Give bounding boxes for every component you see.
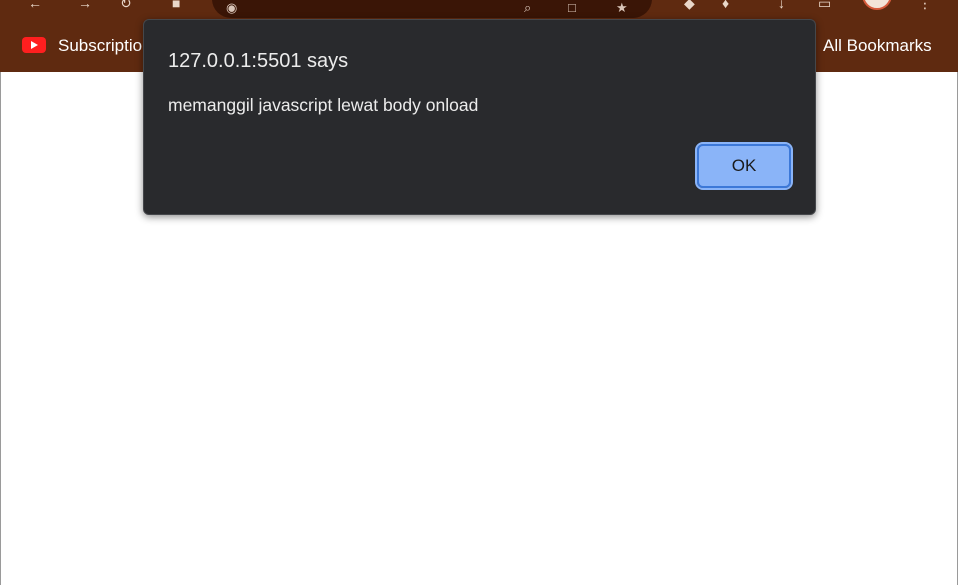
install-app-icon[interactable]: □ — [568, 0, 576, 15]
reload-icon[interactable]: ↻ — [120, 0, 132, 10]
site-info-icon[interactable]: ◉ — [226, 0, 237, 16]
profile-avatar[interactable] — [862, 0, 892, 10]
alert-message: memanggil javascript lewat body onload — [168, 95, 479, 115]
menu-icon[interactable]: ⋮ — [918, 0, 932, 10]
bookmark-star-icon[interactable]: ★ — [616, 0, 628, 16]
extension-icon[interactable]: ◆ — [684, 0, 695, 10]
browser-toolbar: ← → ↻ ■ ◉ ⌕ □ ★ ◆ ♦ ↓ ▭ ⋮ — [0, 0, 958, 18]
alert-title: 127.0.0.1:5501 says — [168, 50, 349, 72]
ok-button[interactable]: OK — [695, 142, 793, 190]
alert-dialog: 127.0.0.1:5501 says memanggil javascript… — [143, 19, 816, 215]
bookmark-subscriptions[interactable]: Subscriptions — [58, 36, 146, 56]
home-icon[interactable]: ■ — [172, 0, 180, 10]
youtube-icon[interactable] — [22, 37, 46, 53]
back-icon[interactable]: ← — [28, 0, 42, 10]
forward-icon[interactable]: → — [78, 0, 92, 10]
zoom-icon[interactable]: ⌕ — [524, 0, 531, 16]
puzzle-icon[interactable]: ♦ — [722, 0, 729, 10]
address-bar[interactable]: ◉ ⌕ □ ★ — [212, 0, 652, 18]
side-panel-icon[interactable]: ▭ — [818, 0, 831, 10]
all-bookmarks-button[interactable]: All Bookmarks — [823, 36, 932, 56]
downloads-icon[interactable]: ↓ — [778, 0, 785, 10]
